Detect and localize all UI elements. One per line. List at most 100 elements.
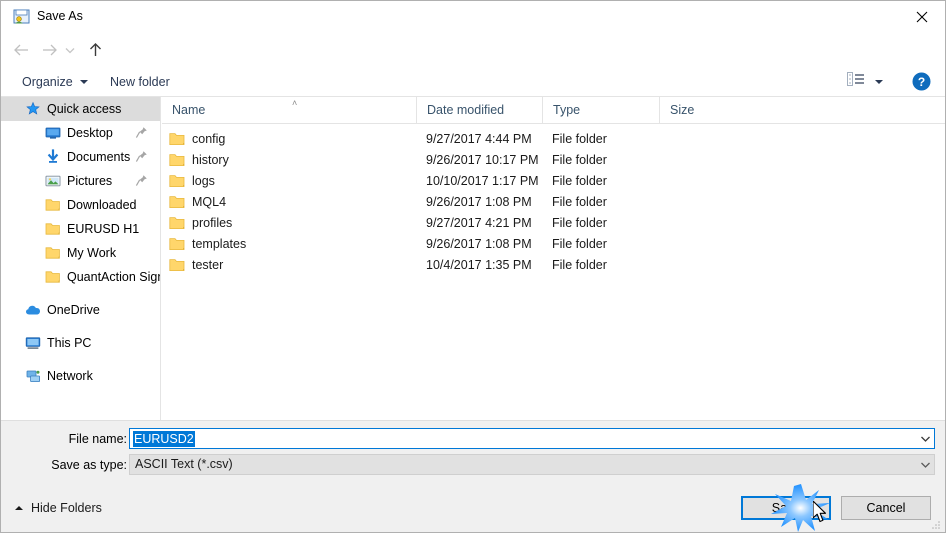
- table-row[interactable]: tester 10/4/2017 1:35 PM File folder: [162, 254, 945, 275]
- save-as-type-value: ASCII Text (*.csv): [135, 457, 233, 471]
- file-name-cell: templates: [169, 233, 246, 254]
- chevron-down-icon[interactable]: [61, 38, 79, 62]
- chevron-down-icon: [79, 79, 88, 84]
- organize-label: Organize: [22, 74, 73, 89]
- sidebar-item-label: Network: [47, 369, 93, 383]
- sidebar-item-network[interactable]: Network: [1, 364, 160, 388]
- table-row[interactable]: MQL4 9/26/2017 1:08 PM File folder: [162, 191, 945, 212]
- type-cell: File folder: [552, 173, 607, 188]
- view-layout-button[interactable]: [841, 67, 889, 96]
- close-icon[interactable]: [899, 1, 945, 32]
- table-row[interactable]: templates 9/26/2017 1:08 PM File folder: [162, 233, 945, 254]
- sidebar-item-quantaction-signal[interactable]: QuantAction Signal: [1, 265, 160, 289]
- folder-icon: [45, 269, 61, 285]
- column-header-label: Type: [553, 103, 581, 117]
- file-list-pane[interactable]: Name Date modified Type Size ˄ config 9/27/20…: [162, 97, 945, 420]
- pin-icon[interactable]: [135, 174, 148, 187]
- title-bar: Save As: [1, 1, 945, 32]
- sidebar-item-label: QuantAction Signal: [67, 270, 160, 284]
- folder-icon: [169, 258, 185, 272]
- table-row[interactable]: history 9/26/2017 10:17 PM File folder: [162, 149, 945, 170]
- sidebar-item-label: This PC: [47, 336, 92, 350]
- star-pin-icon: [25, 101, 41, 117]
- sidebar-item-label: My Work: [67, 246, 117, 260]
- type-cell: File folder: [552, 131, 607, 146]
- sidebar-item-onedrive[interactable]: OneDrive: [1, 298, 160, 322]
- column-header-date-modified[interactable]: Date modified: [416, 97, 542, 123]
- chevron-down-icon: [875, 79, 883, 84]
- column-header-type[interactable]: Type: [542, 97, 659, 123]
- save-button[interactable]: Save: [741, 496, 831, 520]
- sidebar-item-label: Downloaded: [67, 198, 137, 212]
- hide-folders-label: Hide Folders: [31, 501, 102, 515]
- pin-icon[interactable]: [135, 150, 148, 163]
- table-row[interactable]: profiles 9/27/2017 4:21 PM File folder: [162, 212, 945, 233]
- type-cell: File folder: [552, 194, 607, 209]
- sidebar-item-label: OneDrive: [47, 303, 100, 317]
- save-as-type-select[interactable]: ASCII Text (*.csv): [129, 454, 935, 475]
- date-modified-cell: 9/27/2017 4:21 PM: [426, 215, 532, 230]
- file-name-value: EURUSD2: [133, 431, 195, 447]
- folder-icon: [45, 197, 61, 213]
- pin-icon[interactable]: [135, 126, 148, 139]
- folder-icon: [169, 195, 185, 209]
- type-cell: File folder: [552, 257, 607, 272]
- file-name-cell: history: [169, 149, 229, 170]
- window-title: Save As: [37, 9, 83, 23]
- sidebar-item-quick-access[interactable]: Quick access: [1, 97, 160, 121]
- column-header-size[interactable]: Size: [659, 97, 737, 123]
- column-header-row: Name Date modified Type Size ˄: [162, 97, 945, 124]
- new-folder-label: New folder: [110, 74, 170, 89]
- back-arrow-icon[interactable]: [9, 38, 33, 62]
- sidebar-item-eurusd-h1[interactable]: EURUSD H1: [1, 217, 160, 241]
- chevron-down-icon[interactable]: [916, 429, 934, 448]
- file-name-text: logs: [192, 173, 215, 188]
- file-name-label: File name:: [68, 432, 127, 446]
- file-name-text: history: [192, 152, 229, 167]
- sidebar-item-desktop[interactable]: Desktop: [1, 121, 160, 145]
- new-folder-button[interactable]: New folder: [102, 67, 178, 96]
- column-header-name[interactable]: Name: [162, 97, 416, 123]
- navigation-sidebar[interactable]: Quick access Desktop Documents Pictures Down…: [1, 97, 161, 420]
- table-row[interactable]: logs 10/10/2017 1:17 PM File folder: [162, 170, 945, 191]
- resize-grip-icon[interactable]: [930, 518, 942, 530]
- type-cell: File folder: [552, 152, 607, 167]
- sidebar-item-this-pc[interactable]: This PC: [1, 331, 160, 355]
- date-modified-cell: 9/26/2017 1:08 PM: [426, 194, 532, 209]
- file-name-text: templates: [192, 236, 247, 251]
- file-name-text: profiles: [192, 215, 233, 230]
- svg-text:?: ?: [918, 75, 925, 89]
- cancel-button[interactable]: Cancel: [841, 496, 931, 520]
- hide-folders-button[interactable]: Hide Folders: [15, 501, 102, 515]
- sidebar-item-my-work[interactable]: My Work: [1, 241, 160, 265]
- help-icon[interactable]: ?: [912, 72, 931, 91]
- type-cell: File folder: [552, 215, 607, 230]
- column-header-label: Size: [670, 103, 695, 117]
- up-arrow-icon[interactable]: [83, 38, 107, 62]
- navigation-bar: « Roaming ❯ MetaQuotes ❯ Terminal ❯ 9155…: [1, 32, 945, 91]
- sidebar-item-label: EURUSD H1: [67, 222, 140, 236]
- file-name-input[interactable]: EURUSD2: [129, 428, 935, 449]
- chevron-up-icon: [15, 506, 23, 510]
- file-name-text: config: [192, 131, 226, 146]
- file-name-cell: logs: [169, 170, 215, 191]
- folder-icon: [45, 221, 61, 237]
- save-as-icon: [13, 8, 30, 25]
- sidebar-item-documents[interactable]: Documents: [1, 145, 160, 169]
- network-icon: [25, 368, 41, 384]
- forward-arrow-icon[interactable]: [37, 38, 61, 62]
- folder-icon: [169, 153, 185, 167]
- table-row[interactable]: config 9/27/2017 4:44 PM File folder: [162, 128, 945, 149]
- desktop-icon: [45, 125, 61, 141]
- documents-icon: [45, 149, 61, 165]
- date-modified-cell: 10/10/2017 1:17 PM: [426, 173, 539, 188]
- file-rows: config 9/27/2017 4:44 PM File folder histor…: [162, 124, 945, 275]
- organize-button[interactable]: Organize: [14, 67, 96, 96]
- sidebar-item-downloaded[interactable]: Downloaded: [1, 193, 160, 217]
- chevron-down-icon[interactable]: [916, 455, 934, 474]
- sidebar-item-pictures[interactable]: Pictures: [1, 169, 160, 193]
- folder-icon: [169, 174, 185, 188]
- folder-icon: [169, 132, 185, 146]
